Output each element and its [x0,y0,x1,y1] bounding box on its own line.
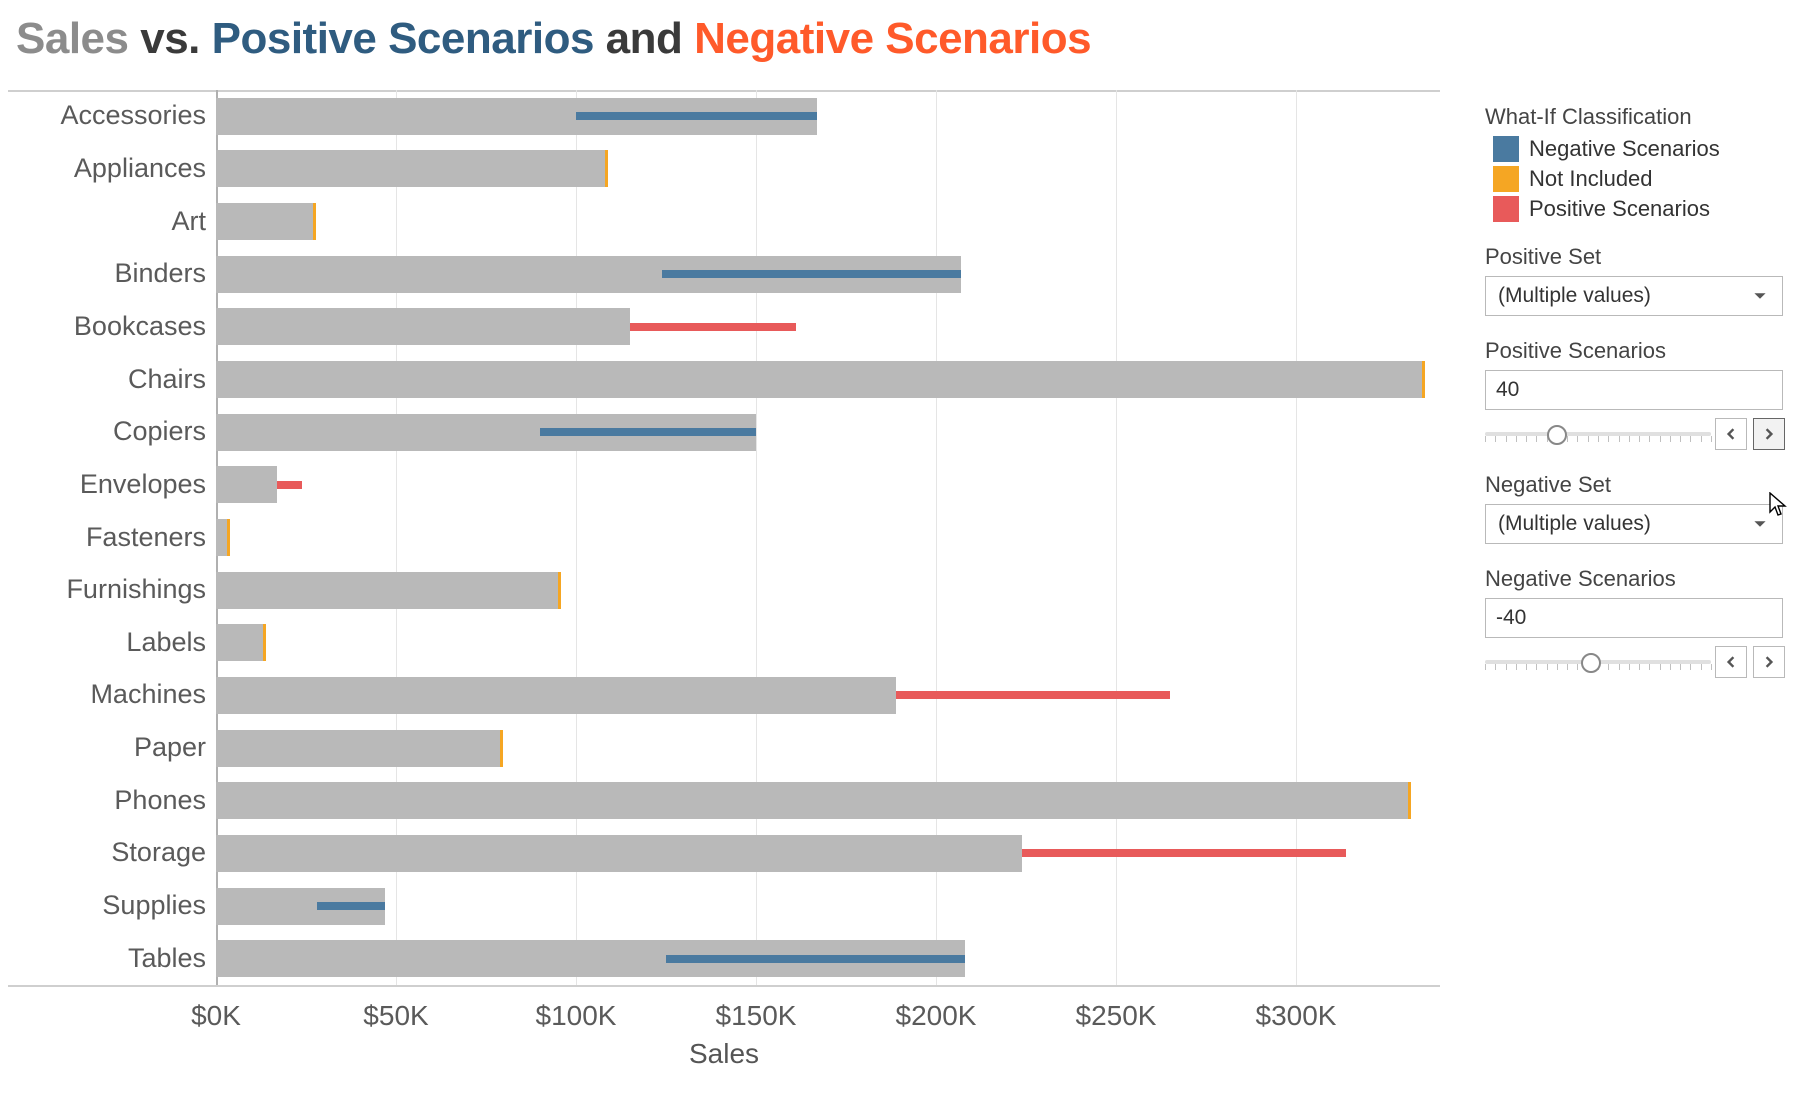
positive-scenarios-value: 40 [1486,378,1519,402]
title-vs: vs. [140,14,200,63]
x-tick-label: $50K [363,1000,428,1032]
positive-scenarios-label: Positive Scenarios [1485,338,1785,364]
plot-area [216,90,1440,985]
x-tick-label: $150K [716,1000,797,1032]
category-label: Phones [8,785,206,816]
negative-increment-button[interactable] [1753,646,1785,678]
slider-ticks [1485,436,1711,444]
positive-increment-button[interactable] [1753,418,1785,450]
slider-thumb[interactable] [1581,653,1601,673]
positive-set-label: Positive Set [1485,244,1785,270]
x-tick-label: $300K [1256,1000,1337,1032]
legend-heading: What-If Classification [1485,104,1785,130]
chart-area: Sales $0K $50K $100K $150K $200K $250K $300K Ac… [8,90,1448,1070]
category-label: Machines [8,679,206,710]
legend-item[interactable]: Negative Scenarios [1493,136,1785,162]
bar-end-tick [1422,361,1425,398]
negative-scenarios-input[interactable]: -40 [1485,598,1783,638]
bar-base[interactable] [216,361,1422,398]
title-positive: Positive Scenarios [212,14,594,63]
positive-set-value: (Multiple values) [1486,284,1651,308]
category-label: Accessories [8,100,206,131]
bar-base[interactable] [216,624,263,661]
dropdown-icon [1744,277,1776,315]
x-tick-label: $0K [191,1000,241,1032]
legend: Negative Scenarios Not Included Positive S… [1485,136,1785,222]
bar-base[interactable] [216,835,1022,872]
bar-end-tick [558,572,561,609]
bar-scenario-overlay[interactable] [540,428,756,436]
positive-scenarios-slider[interactable] [1485,422,1709,446]
legend-item[interactable]: Positive Scenarios [1493,196,1785,222]
bar-scenario-overlay[interactable] [896,691,1170,699]
chart-title: Sales vs. Positive Scenarios and Negativ… [16,14,1091,64]
bar-end-tick [227,519,230,556]
bar-base[interactable] [216,730,500,767]
positive-set-select[interactable]: (Multiple values) [1485,276,1783,316]
bar-end-tick [263,624,266,661]
category-label: Supplies [8,890,206,921]
x-tick-label: $250K [1076,1000,1157,1032]
title-sales: Sales [16,14,128,63]
category-label: Bookcases [8,311,206,342]
negative-set-value: (Multiple values) [1486,512,1651,536]
chart-border-bottom [8,985,1440,987]
negative-scenarios-label: Negative Scenarios [1485,566,1785,592]
bar-scenario-overlay[interactable] [576,112,817,120]
bar-base[interactable] [216,203,313,240]
category-label: Furnishings [8,574,206,605]
bar-base[interactable] [216,519,227,556]
category-label: Binders [8,258,206,289]
bar-base[interactable] [216,572,558,609]
legend-label: Negative Scenarios [1529,136,1720,162]
negative-decrement-button[interactable] [1715,646,1747,678]
bar-end-tick [500,730,503,767]
category-label: Art [8,206,206,237]
x-tick-label: $200K [896,1000,977,1032]
bar-scenario-overlay[interactable] [662,270,961,278]
bar-end-tick [605,150,608,187]
bar-end-tick [313,203,316,240]
legend-swatch [1493,166,1519,192]
legend-swatch [1493,196,1519,222]
bar-scenario-overlay[interactable] [317,902,385,910]
negative-set-select[interactable]: (Multiple values) [1485,504,1783,544]
x-tick-label: $100K [536,1000,617,1032]
negative-scenarios-value: -40 [1486,606,1526,630]
legend-swatch [1493,136,1519,162]
category-label: Fasteners [8,522,206,553]
category-label: Chairs [8,364,206,395]
title-and: and [606,14,683,63]
bar-scenario-overlay[interactable] [277,481,302,489]
legend-label: Not Included [1529,166,1653,192]
category-label: Envelopes [8,469,206,500]
category-label: Copiers [8,416,206,447]
positive-scenarios-input[interactable]: 40 [1485,370,1783,410]
x-axis-title: Sales [8,1038,1440,1070]
bar-scenario-overlay[interactable] [630,323,796,331]
negative-set-label: Negative Set [1485,472,1785,498]
legend-label: Positive Scenarios [1529,196,1710,222]
category-label: Paper [8,732,206,763]
bar-base[interactable] [216,782,1408,819]
title-negative: Negative Scenarios [694,14,1091,63]
bar-base[interactable] [216,308,630,345]
bar-scenario-overlay[interactable] [666,955,965,963]
category-label: Appliances [8,153,206,184]
bar-end-tick [1408,782,1411,819]
bar-base[interactable] [216,677,896,714]
bar-scenario-overlay[interactable] [1022,849,1346,857]
legend-item[interactable]: Not Included [1493,166,1785,192]
slider-thumb[interactable] [1547,425,1567,445]
bar-base[interactable] [216,466,277,503]
bar-base[interactable] [216,150,605,187]
negative-scenarios-slider[interactable] [1485,650,1709,674]
category-label: Tables [8,943,206,974]
positive-decrement-button[interactable] [1715,418,1747,450]
dropdown-icon [1744,505,1776,543]
control-panel: What-If Classification Negative Scenario… [1485,104,1785,678]
category-label: Storage [8,837,206,868]
category-label: Labels [8,627,206,658]
